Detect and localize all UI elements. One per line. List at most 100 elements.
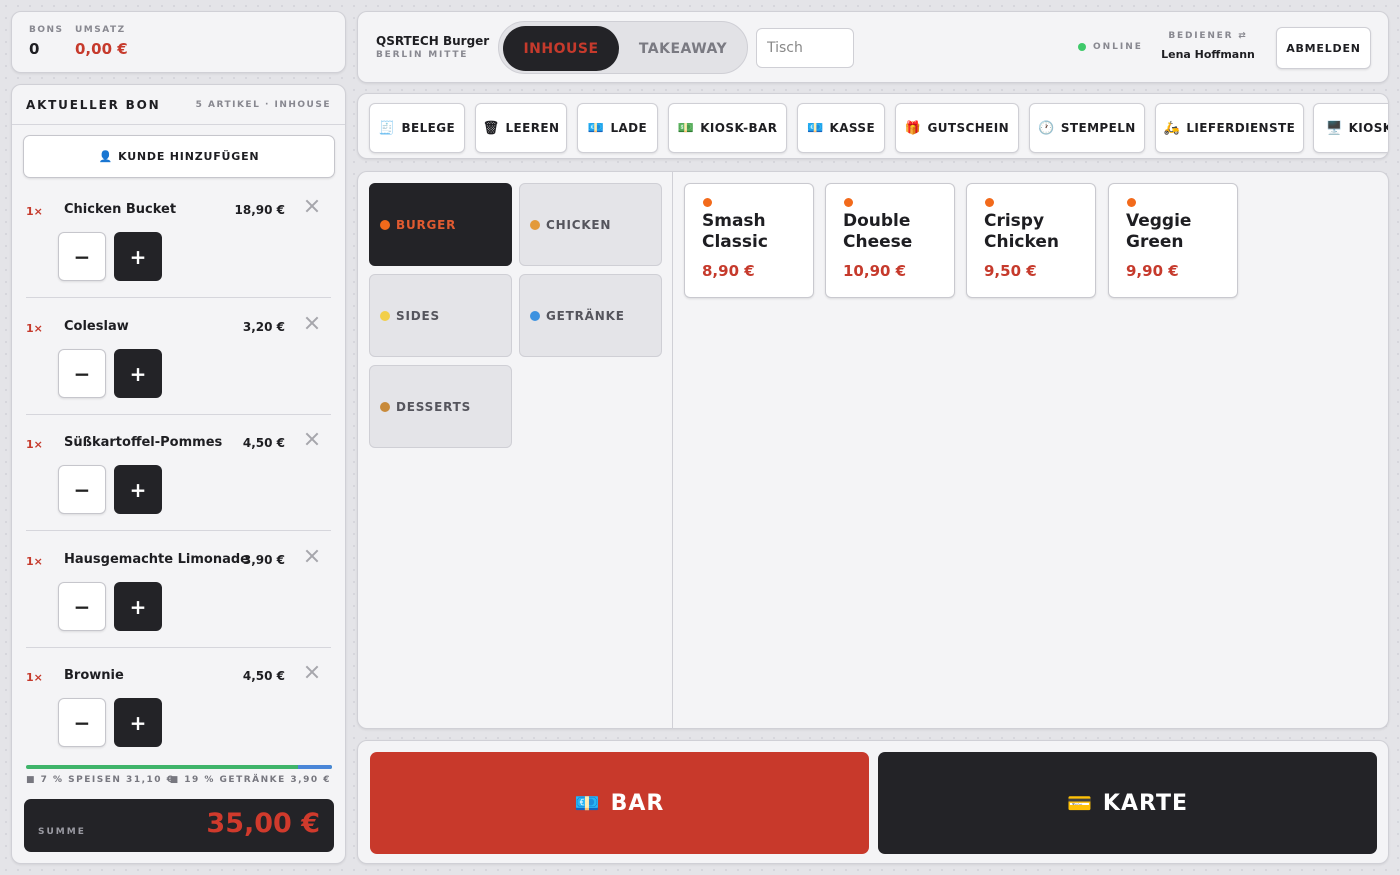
logout-button[interactable]: ABMELDEN [1276, 27, 1371, 69]
product-dot-icon [1127, 198, 1136, 207]
gift-icon: 🎁 [904, 120, 922, 136]
bons-stat: BONS 0 [29, 25, 64, 58]
increase-quantity-button[interactable]: + [114, 582, 162, 631]
register-icon: 💶 [806, 120, 824, 136]
nav-label: LIEFERDIENSTE [1186, 121, 1296, 135]
table-input[interactable] [756, 28, 854, 68]
remove-item-icon[interactable] [304, 431, 320, 447]
nav-label: KIOSK-BAR [700, 121, 778, 135]
operator-info[interactable]: BEDIENER ⇄ Lena Hoffmann [1158, 31, 1258, 61]
nav-kiosk-button[interactable]: 🖥️ KIOSK [1313, 103, 1388, 153]
function-toolbar: 🧾 BELEGE 🗑 LEEREN 💶 LADE 💵 KIOSK-BAR 💶 K… [357, 93, 1389, 159]
cash-drawer-icon: 💶 [587, 120, 605, 136]
category-dot-icon [530, 310, 540, 321]
increase-quantity-button[interactable]: + [114, 349, 162, 398]
nav-kiosk-bar-button[interactable]: 💵 KIOSK-BAR [668, 103, 787, 153]
remove-item-icon[interactable] [304, 315, 320, 331]
monitor-icon: 🖥️ [1326, 120, 1343, 136]
operator-name: Lena Hoffmann [1161, 48, 1255, 61]
receipt-meta: 5 ARTIKEL · INHOUSE [195, 100, 331, 110]
product-card[interactable]: Veggie Green 9,90 € [1108, 183, 1238, 298]
scooter-icon: 🛵 [1163, 120, 1181, 136]
product-dot-icon [844, 198, 853, 207]
nav-leeren-button[interactable]: 🗑 LEEREN [475, 103, 567, 153]
nav-gutschein-button[interactable]: 🎁 GUTSCHEIN [895, 103, 1019, 153]
mode-takeaway-button[interactable]: TAKEAWAY [623, 26, 743, 71]
umsatz-stat: UMSATZ 0,00 € [75, 25, 128, 58]
decrease-quantity-button[interactable]: − [58, 232, 106, 281]
decrease-quantity-button[interactable]: − [58, 698, 106, 747]
add-customer-button[interactable]: 👤 KUNDE HINZUFÜGEN [23, 135, 335, 178]
increase-quantity-button[interactable]: + [114, 698, 162, 747]
decrease-quantity-button[interactable]: − [58, 349, 106, 398]
total-label: SUMME [38, 827, 86, 837]
product-price: 8,90 € [702, 262, 755, 280]
pay-card-button[interactable]: 💳 KARTE [878, 752, 1377, 854]
bons-value: 0 [29, 40, 40, 58]
product-card[interactable]: Crispy Chicken 9,50 € [966, 183, 1096, 298]
product-dot-icon [985, 198, 994, 207]
nav-lieferdienste-button[interactable]: 🛵 LIEFERDIENSTE [1155, 103, 1304, 153]
umsatz-value: 0,00 € [75, 40, 128, 58]
item-name: Chicken Bucket [64, 202, 177, 217]
increase-quantity-button[interactable]: + [114, 232, 162, 281]
credit-card-icon: 💳 [1067, 791, 1093, 815]
mode-inhouse-button[interactable]: INHOUSE [503, 26, 619, 71]
product-price: 9,50 € [984, 262, 1037, 280]
product-card[interactable]: Double Cheese 10,90 € [825, 183, 955, 298]
nav-belege-button[interactable]: 🧾 BELEGE [369, 103, 465, 153]
banknote-icon: 💵 [677, 120, 695, 136]
category-dot-icon [530, 219, 540, 230]
tax-drinks-label: ■ 19 % GETRÄNKE 3,90 € [169, 775, 331, 785]
receipt-line-item: 1× Coleslaw 3,20 € − + [12, 298, 345, 415]
item-quantity: 1× [26, 322, 43, 335]
category-dot-icon [380, 310, 390, 321]
product-price: 9,90 € [1126, 262, 1179, 280]
remove-item-icon[interactable] [304, 664, 320, 680]
category-label: SIDES [396, 308, 440, 323]
product-price: 10,90 € [843, 262, 907, 280]
product-card[interactable]: Smash Classic 8,90 € [684, 183, 814, 298]
tax-food-label: ■ 7 % SPEISEN 31,10 € [26, 775, 175, 785]
category-sides[interactable]: SIDES [369, 274, 512, 357]
decrease-quantity-button[interactable]: − [58, 465, 106, 514]
payment-panel: 💶 BAR 💳 KARTE [357, 740, 1389, 864]
item-price: 18,90 € [234, 203, 285, 217]
current-receipt-panel: AKTUELLER BON 5 ARTIKEL · INHOUSE 👤 KUND… [11, 84, 346, 864]
remove-item-icon[interactable] [304, 198, 320, 214]
item-name: Brownie [64, 668, 124, 683]
category-getraenke[interactable]: GETRÄNKE [519, 274, 662, 357]
item-name: Süßkartoffel-Pommes [64, 435, 223, 450]
user-icon: 👤 [98, 150, 114, 163]
catalog-divider [672, 172, 673, 728]
store-location: BERLIN MITTE [376, 50, 469, 60]
operator-label: BEDIENER ⇄ [1168, 31, 1248, 41]
decrease-quantity-button[interactable]: − [58, 582, 106, 631]
nav-label: GUTSCHEIN [927, 121, 1010, 135]
item-quantity: 1× [26, 671, 43, 684]
category-burger[interactable]: BURGER [369, 183, 512, 266]
category-label: GETRÄNKE [546, 308, 625, 323]
item-price: 4,50 € [242, 436, 285, 450]
category-chicken[interactable]: CHICKEN [519, 183, 662, 266]
category-label: DESSERTS [396, 399, 472, 414]
item-name: Hausgemachte Limonade [64, 552, 249, 567]
add-customer-label: KUNDE HINZUFÜGEN [118, 150, 260, 163]
store-brand: QSRTECH Burger BERLIN MITTE [376, 34, 489, 60]
status-dot-icon [1078, 43, 1086, 51]
product-name: Smash Classic [702, 211, 768, 252]
nav-label: LEEREN [505, 121, 560, 135]
receipt-title: AKTUELLER BON [26, 98, 161, 112]
order-mode-toggle: INHOUSE TAKEAWAY [498, 21, 748, 74]
pay-cash-button[interactable]: 💶 BAR [370, 752, 869, 854]
item-quantity: 1× [26, 205, 43, 218]
category-desserts[interactable]: DESSERTS [369, 365, 512, 448]
item-quantity: 1× [26, 555, 43, 568]
nav-lade-button[interactable]: 💶 LADE [577, 103, 658, 153]
item-quantity: 1× [26, 438, 43, 451]
nav-kasse-button[interactable]: 💶 KASSE [797, 103, 885, 153]
increase-quantity-button[interactable]: + [114, 465, 162, 514]
nav-stempeln-button[interactable]: 🕐 STEMPELN [1029, 103, 1145, 153]
status-label: ONLINE [1093, 42, 1143, 52]
remove-item-icon[interactable] [304, 548, 320, 564]
